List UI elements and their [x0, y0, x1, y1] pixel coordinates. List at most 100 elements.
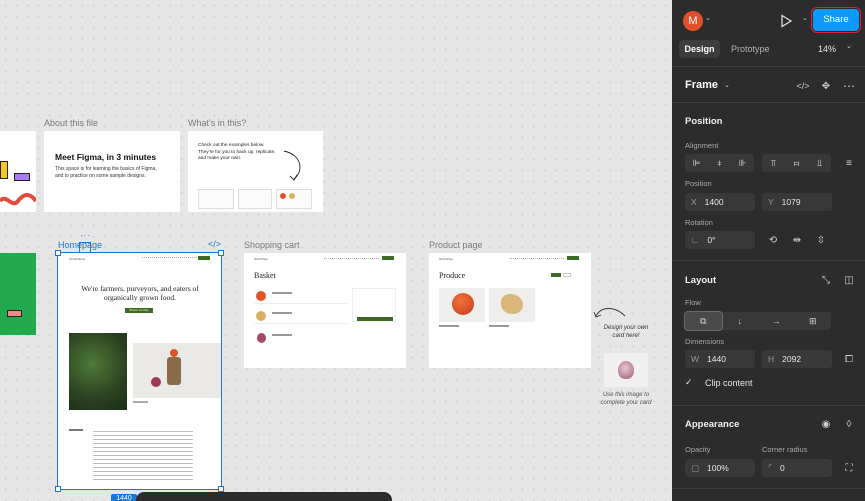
auto-layout-icon[interactable]: ◫ — [840, 271, 858, 289]
corner-radius-icon: ⌜ — [768, 462, 772, 473]
checkmark-icon: ✓ — [685, 377, 693, 387]
onion-image[interactable] — [604, 353, 648, 387]
cart-brand: World Peas — [254, 257, 268, 261]
resize-to-fit-icon[interactable]: ⤡ — [817, 271, 835, 289]
frame-label-whats-in[interactable]: What's in this? — [188, 118, 246, 128]
corner-radius-field[interactable]: ⌜ 0 — [762, 459, 832, 477]
clip-content-checkbox[interactable]: ✓ Clip content — [685, 377, 753, 388]
homepage-cta: Browse our shop — [125, 308, 153, 313]
x-prefix: X — [691, 197, 697, 207]
h-value: 2092 — [782, 354, 802, 364]
tab-design[interactable]: Design — [679, 40, 720, 58]
code-view-icon[interactable]: </> — [794, 77, 812, 95]
zoom-level[interactable]: 14% — [818, 44, 836, 54]
opacity-icon: ▢ — [691, 462, 700, 473]
homepage-hero: We're farmers, purveyors, and eaters of … — [81, 284, 199, 302]
distribute-icon[interactable]: ≡ — [840, 154, 858, 172]
flow-freeform-icon[interactable]: ⧉ — [684, 311, 723, 331]
align-bottom-icon[interactable]: ⫫ — [808, 154, 831, 172]
visibility-eye-icon[interactable]: ◉ — [817, 415, 835, 433]
vegetables-image — [133, 343, 221, 398]
flow-grid-icon[interactable]: ⊞ — [795, 312, 832, 330]
cart-item-2 — [254, 308, 348, 324]
y-position-field[interactable]: Y 1079 — [762, 193, 832, 211]
frame-label-product[interactable]: Product page — [429, 240, 483, 250]
align-right-icon[interactable]: ⊪ — [731, 154, 754, 172]
selection-handle-bl[interactable] — [55, 486, 61, 492]
frame-cart[interactable]: World Peas Basket — [244, 253, 406, 368]
partial-frame-green[interactable] — [0, 253, 36, 335]
cart-heading: Basket — [254, 271, 276, 280]
y-value: 1079 — [781, 197, 801, 207]
cart-item-3 — [254, 330, 348, 346]
blend-mode-drop-icon[interactable]: ◊ — [840, 415, 858, 433]
tab-prototype[interactable]: Prototype — [731, 44, 770, 54]
frame-type-dropdown[interactable]: Frame ⌄ — [685, 79, 730, 91]
x-position-field[interactable]: X 1400 — [685, 193, 755, 211]
opacity-label: Opacity — [685, 445, 711, 454]
avatar[interactable]: M — [683, 11, 703, 31]
note-use-image: Use this image to complete your card — [600, 392, 652, 406]
purple-shape — [14, 173, 30, 181]
about-body: This space is for learning the basics of… — [55, 166, 157, 179]
homepage-brand: World Peas — [69, 257, 85, 261]
height-field[interactable]: H 2092 — [762, 350, 832, 368]
code-icon[interactable]: </> — [208, 239, 221, 249]
cart-item-1 — [254, 288, 348, 304]
corner-radius-value: 0 — [779, 463, 785, 473]
flip-horizontal-icon[interactable]: ⇹ — [788, 231, 806, 249]
play-chevron-icon[interactable]: ⌄ — [802, 14, 808, 22]
flip-vertical-icon[interactable]: ⇳ — [812, 231, 830, 249]
corner-radius-label: Corner radius — [762, 445, 808, 454]
partial-frame-left[interactable] — [0, 131, 36, 212]
rotate-90-icon[interactable]: ⟲ — [764, 231, 782, 249]
align-top-icon[interactable]: ⫪ — [762, 154, 785, 172]
more-options-icon[interactable]: ⋯ — [840, 77, 858, 95]
frame-homepage[interactable]: World Peas We're farmers, purveyors, and… — [57, 252, 222, 490]
bottom-toolbar[interactable] — [136, 492, 392, 501]
yellow-shape — [0, 161, 8, 179]
share-button[interactable]: Share — [811, 7, 861, 33]
individual-corners-icon[interactable]: ⛶ — [840, 459, 858, 477]
flow-group: ⧉ ↓ → ⊞ — [684, 311, 832, 331]
design-canvas[interactable]: About this file Meet Figma, in 3 minutes… — [0, 0, 672, 501]
whats-in-body: Check out the examples below. They're fo… — [198, 143, 276, 161]
frame-whats-in[interactable]: Check out the examples below. They're fo… — [188, 131, 323, 212]
opacity-field[interactable]: ▢ 100% — [685, 459, 755, 477]
frame-title: Frame — [685, 79, 719, 91]
position-section-title: Position — [685, 116, 723, 127]
dimensions-label: Dimensions — [685, 337, 725, 346]
selection-handle-tr[interactable] — [218, 250, 224, 256]
component-icon[interactable]: ✥ — [817, 77, 835, 95]
play-icon[interactable] — [779, 14, 793, 28]
frame-about[interactable]: Meet Figma, in 3 minutes This space is f… — [44, 131, 180, 212]
flow-horizontal-icon[interactable]: → — [758, 312, 795, 330]
thumb-3 — [276, 189, 312, 209]
alignment-label: Alignment — [685, 141, 719, 150]
rotation-value: 0° — [707, 235, 716, 245]
flow-label: Flow — [685, 298, 701, 307]
horizontal-align-group: ⊫ ⧧ ⊪ — [685, 154, 754, 172]
avatar-chevron-icon[interactable]: ⌄ — [705, 14, 711, 22]
frame-label-cart[interactable]: Shopping cart — [244, 240, 300, 250]
zoom-chevron-icon[interactable]: ⌄ — [846, 42, 852, 50]
width-field[interactable]: W 1440 — [685, 350, 755, 368]
pink-shape — [7, 310, 22, 317]
constrain-proportions-icon[interactable]: ⧠ — [840, 350, 858, 368]
h-prefix: H — [768, 354, 775, 364]
opacity-value: 100% — [707, 463, 729, 473]
selection-handle-tl[interactable] — [55, 250, 61, 256]
align-center-h-icon[interactable]: ⧧ — [708, 154, 731, 172]
align-left-icon[interactable]: ⊫ — [685, 154, 708, 172]
rotation-field[interactable]: ∟ 0° — [685, 231, 755, 249]
align-middle-icon[interactable]: ⧦ — [785, 154, 808, 172]
flow-vertical-icon[interactable]: ↓ — [722, 312, 759, 330]
layout-section-title: Layout — [685, 275, 717, 286]
frame-label-about[interactable]: About this file — [44, 118, 98, 128]
size-badge: 1440 — [111, 494, 137, 501]
product-card-ginger — [489, 288, 535, 322]
frame-product[interactable]: World Peas Produce — [429, 253, 591, 368]
y-prefix: Y — [768, 197, 774, 207]
more-handle-icon[interactable]: ··· — [80, 231, 91, 240]
homepage-nav-button — [198, 256, 210, 260]
